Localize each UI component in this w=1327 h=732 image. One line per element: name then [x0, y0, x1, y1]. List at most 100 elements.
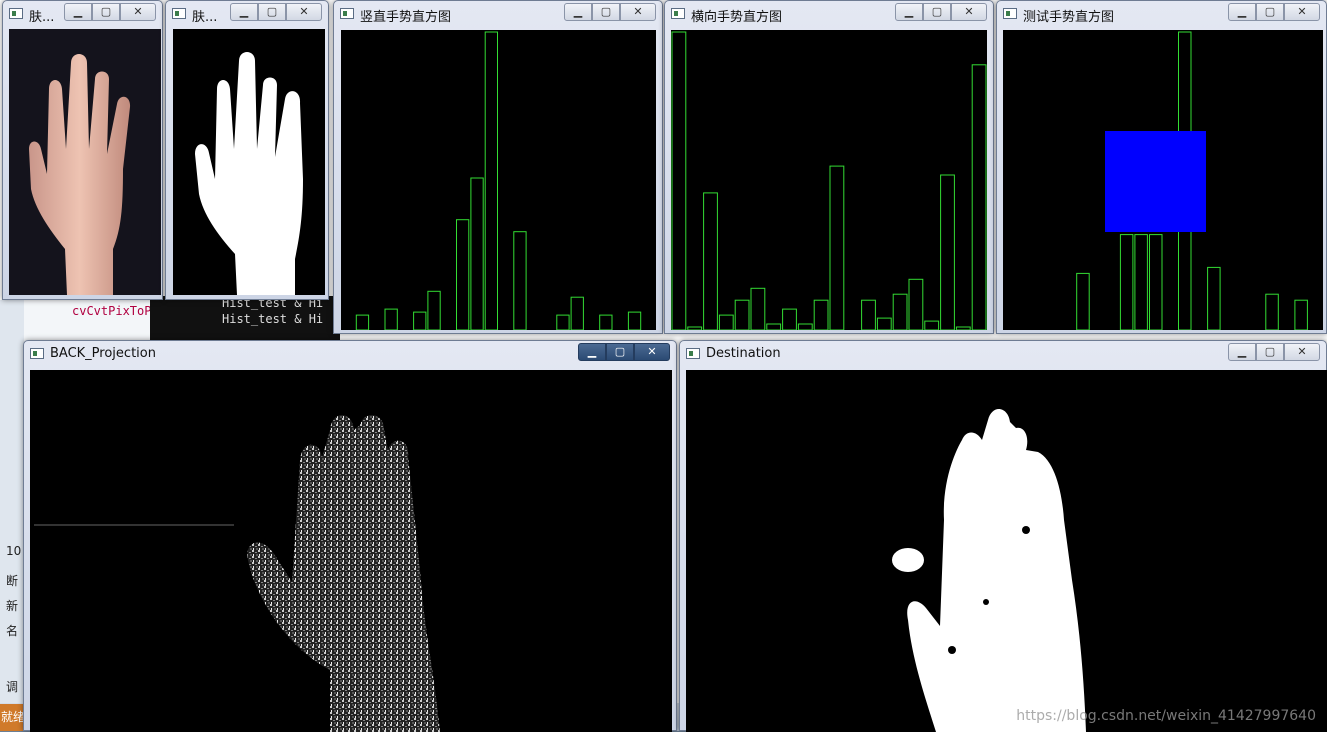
- title-bar[interactable]: BACK_Projection ▁ ▢ ✕: [24, 341, 676, 367]
- window-controls: ▁ ▢ ✕: [578, 343, 670, 361]
- back-projection-hand: [34, 414, 440, 732]
- histogram-bar: [456, 219, 470, 330]
- histogram-bar: [734, 299, 750, 330]
- destination-hand-mask: [892, 408, 1086, 732]
- histogram-bar: [924, 320, 940, 330]
- app-icon: [671, 8, 685, 19]
- histogram-bar: [1149, 234, 1163, 330]
- minimize-button[interactable]: ▁: [230, 3, 258, 21]
- window-controls: ▁ ▢ ✕: [895, 3, 987, 21]
- window-horizontal-histogram[interactable]: 横向手势直方图 ▁ ▢ ✕: [664, 0, 994, 334]
- window-title: 测试手势直方图: [1023, 10, 1115, 25]
- minimize-button[interactable]: ▁: [564, 3, 592, 21]
- window-vertical-histogram[interactable]: 竖直手势直方图 ▁ ▢ ✕: [333, 0, 663, 334]
- app-icon: [340, 8, 354, 19]
- window-title: Destination: [706, 346, 781, 361]
- title-bar[interactable]: 测试手势直方图 ▁ ▢ ✕: [997, 1, 1326, 27]
- histogram-bar: [413, 311, 427, 330]
- window-skin-mask[interactable]: 肤... ▁ ▢ ✕: [165, 0, 329, 300]
- histogram-bar: [1265, 293, 1279, 330]
- close-button[interactable]: ✕: [620, 3, 656, 21]
- histogram-bar: [556, 314, 570, 330]
- test-histogram-canvas: [1003, 30, 1323, 330]
- code-panel: cvCvtPixToP: [24, 296, 152, 342]
- histogram-bar: [718, 314, 734, 330]
- test-marker-square: [1105, 131, 1206, 232]
- maximize-button[interactable]: ▢: [1256, 343, 1284, 361]
- minimize-button[interactable]: ▁: [1228, 3, 1256, 21]
- maximize-button[interactable]: ▢: [923, 3, 951, 21]
- histogram-bar: [1294, 299, 1308, 330]
- maximize-button[interactable]: ▢: [1256, 3, 1284, 21]
- histogram-bar: [355, 314, 370, 330]
- histogram-bar: [1119, 234, 1134, 330]
- close-button[interactable]: ✕: [1284, 3, 1320, 21]
- title-bar[interactable]: Destination ▁ ▢ ✕: [680, 341, 1326, 367]
- window-title: 肤...: [29, 10, 55, 25]
- title-bar[interactable]: 肤... ▁ ▢ ✕: [166, 1, 328, 27]
- vertical-histogram-chart: [355, 31, 642, 330]
- histogram-bar: [797, 323, 813, 330]
- histogram-bar: [955, 326, 971, 330]
- code-text: cvCvtPixToP: [72, 304, 152, 318]
- hand-photo: [9, 29, 161, 295]
- close-button[interactable]: ✕: [1284, 343, 1320, 361]
- side-label[interactable]: 断: [6, 572, 24, 589]
- histogram-bar: [384, 308, 398, 330]
- window-controls: ▁ ▢ ✕: [1228, 3, 1320, 21]
- side-label[interactable]: 调: [6, 678, 24, 695]
- window-title: 竖直手势直方图: [360, 10, 452, 25]
- histogram-bar: [971, 64, 987, 330]
- window-controls: ▁ ▢ ✕: [564, 3, 656, 21]
- app-icon: [1003, 8, 1017, 19]
- skin-mask-image: [173, 29, 325, 295]
- minimize-button[interactable]: ▁: [64, 3, 92, 21]
- close-button[interactable]: ✕: [951, 3, 987, 21]
- minimize-button[interactable]: ▁: [1228, 343, 1256, 361]
- vertical-histogram-canvas: [341, 30, 656, 330]
- histogram-bar: [570, 296, 584, 330]
- histogram-bar: [892, 293, 908, 330]
- title-bar[interactable]: 竖直手势直方图 ▁ ▢ ✕: [334, 1, 662, 27]
- histogram-bar: [703, 192, 718, 330]
- histogram-bar: [813, 299, 829, 330]
- histogram-bar: [687, 326, 703, 330]
- app-icon: [30, 348, 44, 359]
- maximize-button[interactable]: ▢: [606, 343, 634, 361]
- maximize-button[interactable]: ▢: [258, 3, 286, 21]
- histogram-bar: [908, 278, 924, 330]
- histogram-bar: [484, 31, 498, 330]
- maximize-button[interactable]: ▢: [592, 3, 620, 21]
- close-button[interactable]: ✕: [286, 3, 322, 21]
- hand-mask: [195, 52, 303, 295]
- console-panel: Hist_test & Hi Hist_test & Hi: [150, 296, 340, 342]
- title-bar[interactable]: 肤... ▁ ▢ ✕: [3, 1, 162, 27]
- maximize-button[interactable]: ▢: [92, 3, 120, 21]
- window-test-histogram[interactable]: 测试手势直方图 ▁ ▢ ✕: [996, 0, 1327, 334]
- title-bar[interactable]: 横向手势直方图 ▁ ▢ ✕: [665, 1, 993, 27]
- horizontal-histogram-canvas: [671, 30, 987, 330]
- window-controls: ▁ ▢ ✕: [230, 3, 322, 21]
- window-destination[interactable]: Destination ▁ ▢ ✕ https://blog.csdn.net/…: [679, 340, 1327, 732]
- destination-image: https://blog.csdn.net/weixin_41427997640: [686, 370, 1327, 732]
- histogram-bar: [829, 165, 845, 330]
- histogram-bar: [750, 287, 766, 330]
- histogram-bar: [1207, 266, 1221, 330]
- side-label: 10: [6, 544, 22, 558]
- window-back-projection[interactable]: BACK_Projection ▁ ▢ ✕: [23, 340, 677, 732]
- console-line: Hist_test & Hi: [222, 312, 324, 326]
- minimize-button[interactable]: ▁: [895, 3, 923, 21]
- side-label[interactable]: 新: [6, 597, 24, 614]
- histogram-bar: [599, 314, 613, 330]
- histogram-bar: [1076, 272, 1090, 330]
- close-button[interactable]: ✕: [120, 3, 156, 21]
- close-button[interactable]: ✕: [634, 343, 670, 361]
- side-label[interactable]: 名: [6, 622, 24, 639]
- minimize-button[interactable]: ▁: [578, 343, 606, 361]
- histogram-bar: [1134, 234, 1148, 330]
- app-icon: [172, 8, 186, 19]
- histogram-bar: [627, 311, 642, 330]
- histogram-bar: [861, 299, 876, 330]
- window-skin-original[interactable]: 肤... ▁ ▢ ✕: [2, 0, 163, 300]
- histogram-bar: [513, 231, 527, 330]
